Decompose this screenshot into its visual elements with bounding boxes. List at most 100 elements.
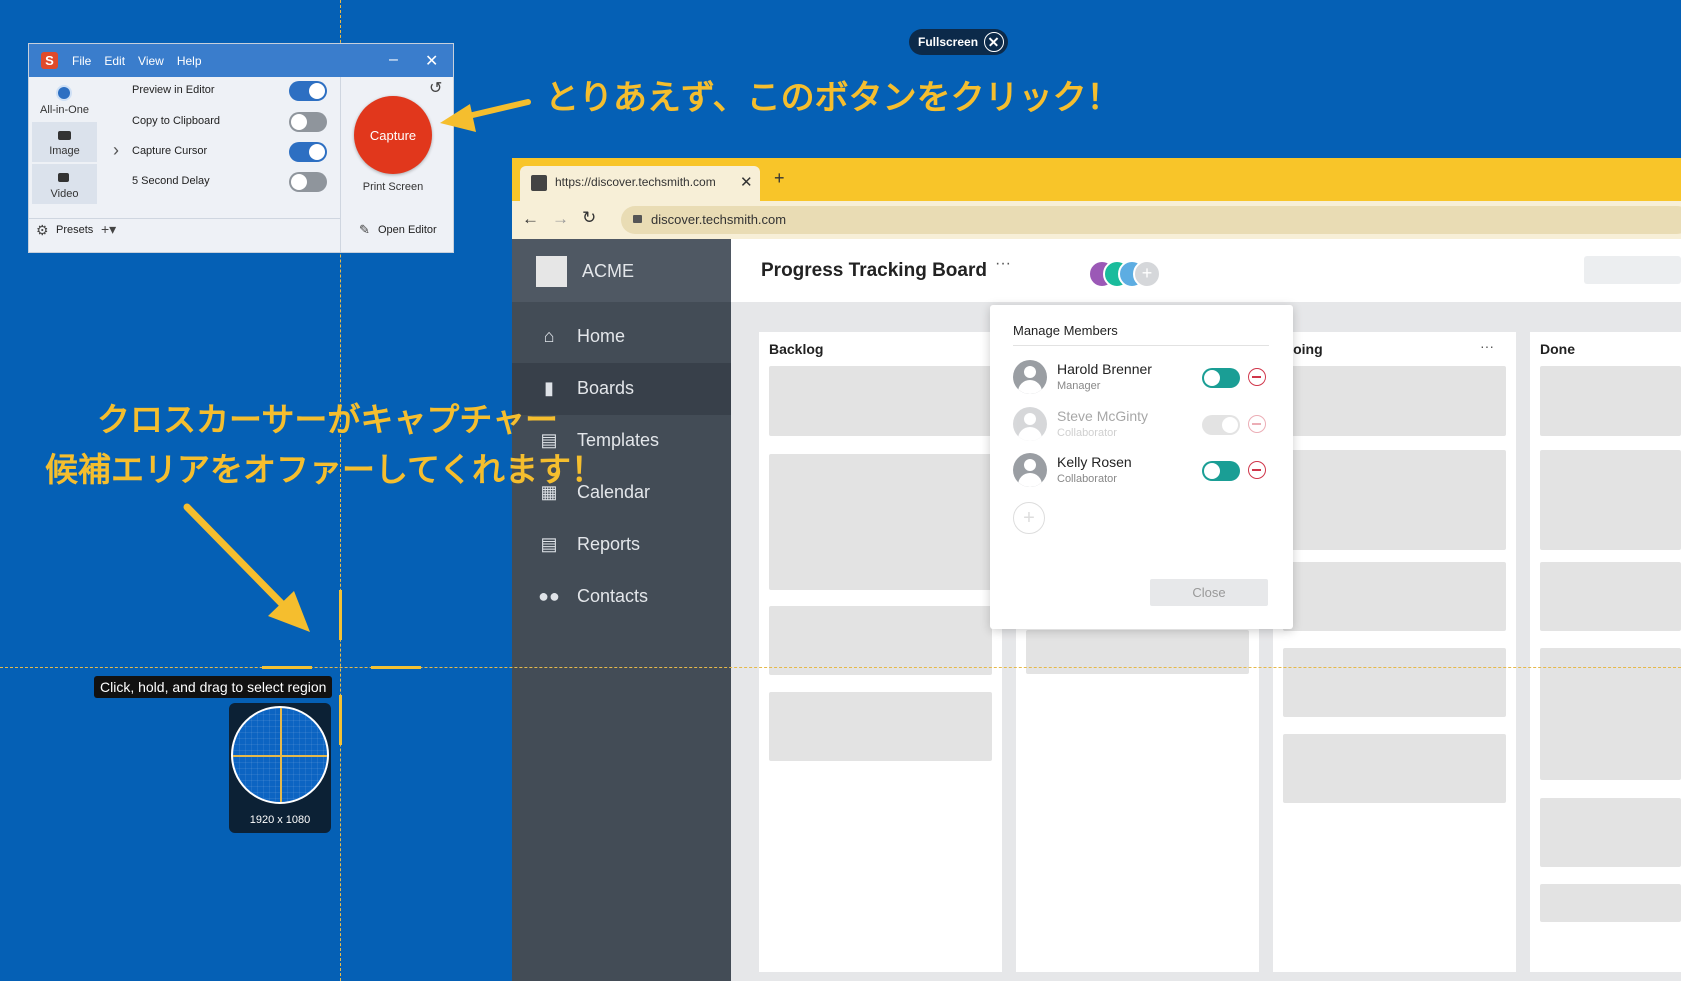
five-second-delay-toggle[interactable] xyxy=(289,172,327,192)
mode-label: Video xyxy=(50,188,79,200)
option-label: 5 Second Delay xyxy=(132,175,210,187)
browser-tab[interactable]: https://discover.techsmith.com ✕ xyxy=(520,166,760,201)
app-sidebar: ACME ⌂ Home ▮ Boards ▤ Templates ▦ Calen… xyxy=(512,239,731,981)
mode-label: Image xyxy=(49,145,80,157)
open-editor-button[interactable]: Open Editor xyxy=(378,224,437,236)
column-more-icon[interactable]: ··· xyxy=(1480,338,1494,354)
avatar xyxy=(1013,453,1047,487)
minimize-icon[interactable]: – xyxy=(389,51,398,69)
chevron-right-icon[interactable]: › xyxy=(113,140,119,161)
close-icon[interactable]: ✕ xyxy=(425,51,438,71)
column-doing: Doing ··· xyxy=(1273,332,1516,972)
card[interactable] xyxy=(1283,734,1506,803)
print-screen-label: Print Screen xyxy=(362,181,424,193)
mode-image[interactable]: Image xyxy=(32,122,97,162)
mode-video[interactable]: Video xyxy=(32,164,97,204)
member-name: Kelly Rosen xyxy=(1057,454,1132,470)
card[interactable] xyxy=(1283,648,1506,717)
add-preset-icon[interactable]: +▾ xyxy=(101,221,116,238)
header-search-field[interactable] xyxy=(1584,256,1681,284)
card[interactable] xyxy=(1540,450,1681,550)
crosshair-horizontal-segment xyxy=(262,666,312,669)
card[interactable] xyxy=(769,606,992,675)
edit-icon[interactable]: ✎ xyxy=(359,222,370,238)
menu-file[interactable]: File xyxy=(72,54,91,68)
card[interactable] xyxy=(1283,562,1506,631)
card[interactable] xyxy=(1540,884,1681,922)
sidebar-item-label: Contacts xyxy=(577,586,649,606)
card[interactable] xyxy=(1540,366,1681,436)
forward-icon[interactable]: → xyxy=(552,209,569,229)
avatar xyxy=(1013,407,1047,441)
card[interactable] xyxy=(769,366,992,436)
member-toggle[interactable] xyxy=(1202,368,1240,388)
column-backlog: Backlog xyxy=(759,332,1002,972)
presets-label[interactable]: Presets xyxy=(56,224,93,236)
tab-close-icon[interactable]: ✕ xyxy=(740,173,753,191)
snagit-capture-window: S File Edit View Help – ✕ All-in-One Ima… xyxy=(29,44,453,252)
annotation-top: とりあえず、このボタンをクリック！ xyxy=(545,78,1121,118)
annotation-mid-line1: クロスカーサーがキャプチャー xyxy=(97,400,559,439)
annotation-arrow xyxy=(183,503,310,632)
card[interactable] xyxy=(769,692,992,761)
fullscreen-label: Fullscreen xyxy=(918,35,979,49)
annotation-mid-line2: 候補エリアをオファーしてくれます！ xyxy=(45,450,605,489)
preview-in-editor-toggle[interactable] xyxy=(289,81,327,101)
fullscreen-button[interactable]: Fullscreen xyxy=(909,29,1009,55)
member-role: Manager xyxy=(1057,380,1101,392)
sidebar-item-home[interactable]: ⌂ Home xyxy=(512,311,731,363)
mode-all-in-one[interactable]: All-in-One xyxy=(32,85,97,121)
capture-mode-list: All-in-One Image Video xyxy=(29,77,97,218)
sidebar-item-reports[interactable]: ▤ Reports xyxy=(512,519,731,571)
snagit-logo-icon: S xyxy=(41,52,58,69)
capture-button[interactable]: Capture xyxy=(354,96,432,174)
menu-edit[interactable]: Edit xyxy=(104,54,125,68)
capture-cursor-toggle[interactable] xyxy=(289,142,327,162)
card[interactable] xyxy=(1283,450,1506,550)
crosshair-vertical-segment xyxy=(339,695,342,745)
browser-tab-bar: https://discover.techsmith.com ✕ + xyxy=(512,158,1681,201)
more-icon[interactable]: ··· xyxy=(995,255,1011,273)
option-label: Capture Cursor xyxy=(132,145,208,157)
url-text: discover.techsmith.com xyxy=(651,212,787,227)
board-title: Progress Tracking Board xyxy=(761,260,987,281)
board-area: Progress Tracking Board ··· + Backlog Do… xyxy=(731,239,1681,981)
add-member-icon[interactable]: + xyxy=(1013,502,1045,534)
favicon-icon xyxy=(531,175,547,191)
crosshair-horizontal-segment xyxy=(371,666,421,669)
browser-window: https://discover.techsmith.com ✕ + ← → ↻… xyxy=(512,158,1681,981)
remove-member-icon[interactable] xyxy=(1248,461,1266,479)
option-label: Preview in Editor xyxy=(132,84,215,96)
member-row: Harold Brenner Manager xyxy=(1013,360,1273,402)
sidebar-item-label: Home xyxy=(577,326,626,346)
users-icon: ●● xyxy=(538,586,560,606)
card[interactable] xyxy=(1283,366,1506,436)
menu-help[interactable]: Help xyxy=(177,54,202,68)
menu-view[interactable]: View xyxy=(138,54,164,68)
member-toggle[interactable] xyxy=(1202,461,1240,481)
column-title: Done xyxy=(1540,341,1575,357)
manage-members-popup: Manage Members Harold Brenner Manager St… xyxy=(990,305,1293,629)
reload-icon[interactable]: ↻ xyxy=(582,208,596,228)
tooltip-text: Click, hold, and drag to select region xyxy=(100,679,327,695)
fullscreen-icon xyxy=(984,32,1005,52)
remove-member-icon[interactable] xyxy=(1248,415,1266,433)
video-icon xyxy=(58,173,69,182)
remove-member-icon[interactable] xyxy=(1248,368,1266,386)
member-toggle[interactable] xyxy=(1202,415,1240,435)
add-member-icon[interactable]: + xyxy=(1133,260,1161,288)
sidebar-item-contacts[interactable]: ●● Contacts xyxy=(512,571,731,623)
radio-icon xyxy=(58,87,70,99)
card[interactable] xyxy=(1540,798,1681,867)
gear-icon[interactable]: ⚙ xyxy=(36,222,49,239)
new-tab-icon[interactable]: + xyxy=(774,168,785,189)
back-icon[interactable]: ← xyxy=(522,209,539,229)
brand-row: ACME xyxy=(512,239,731,302)
url-field[interactable]: discover.techsmith.com xyxy=(621,206,1681,234)
mode-label: All-in-One xyxy=(40,104,89,116)
card[interactable] xyxy=(1540,562,1681,631)
card[interactable] xyxy=(769,454,992,590)
member-row: Steve McGinty Collaborator xyxy=(1013,407,1273,449)
close-button[interactable]: Close xyxy=(1150,579,1268,606)
copy-to-clipboard-toggle[interactable] xyxy=(289,112,327,132)
